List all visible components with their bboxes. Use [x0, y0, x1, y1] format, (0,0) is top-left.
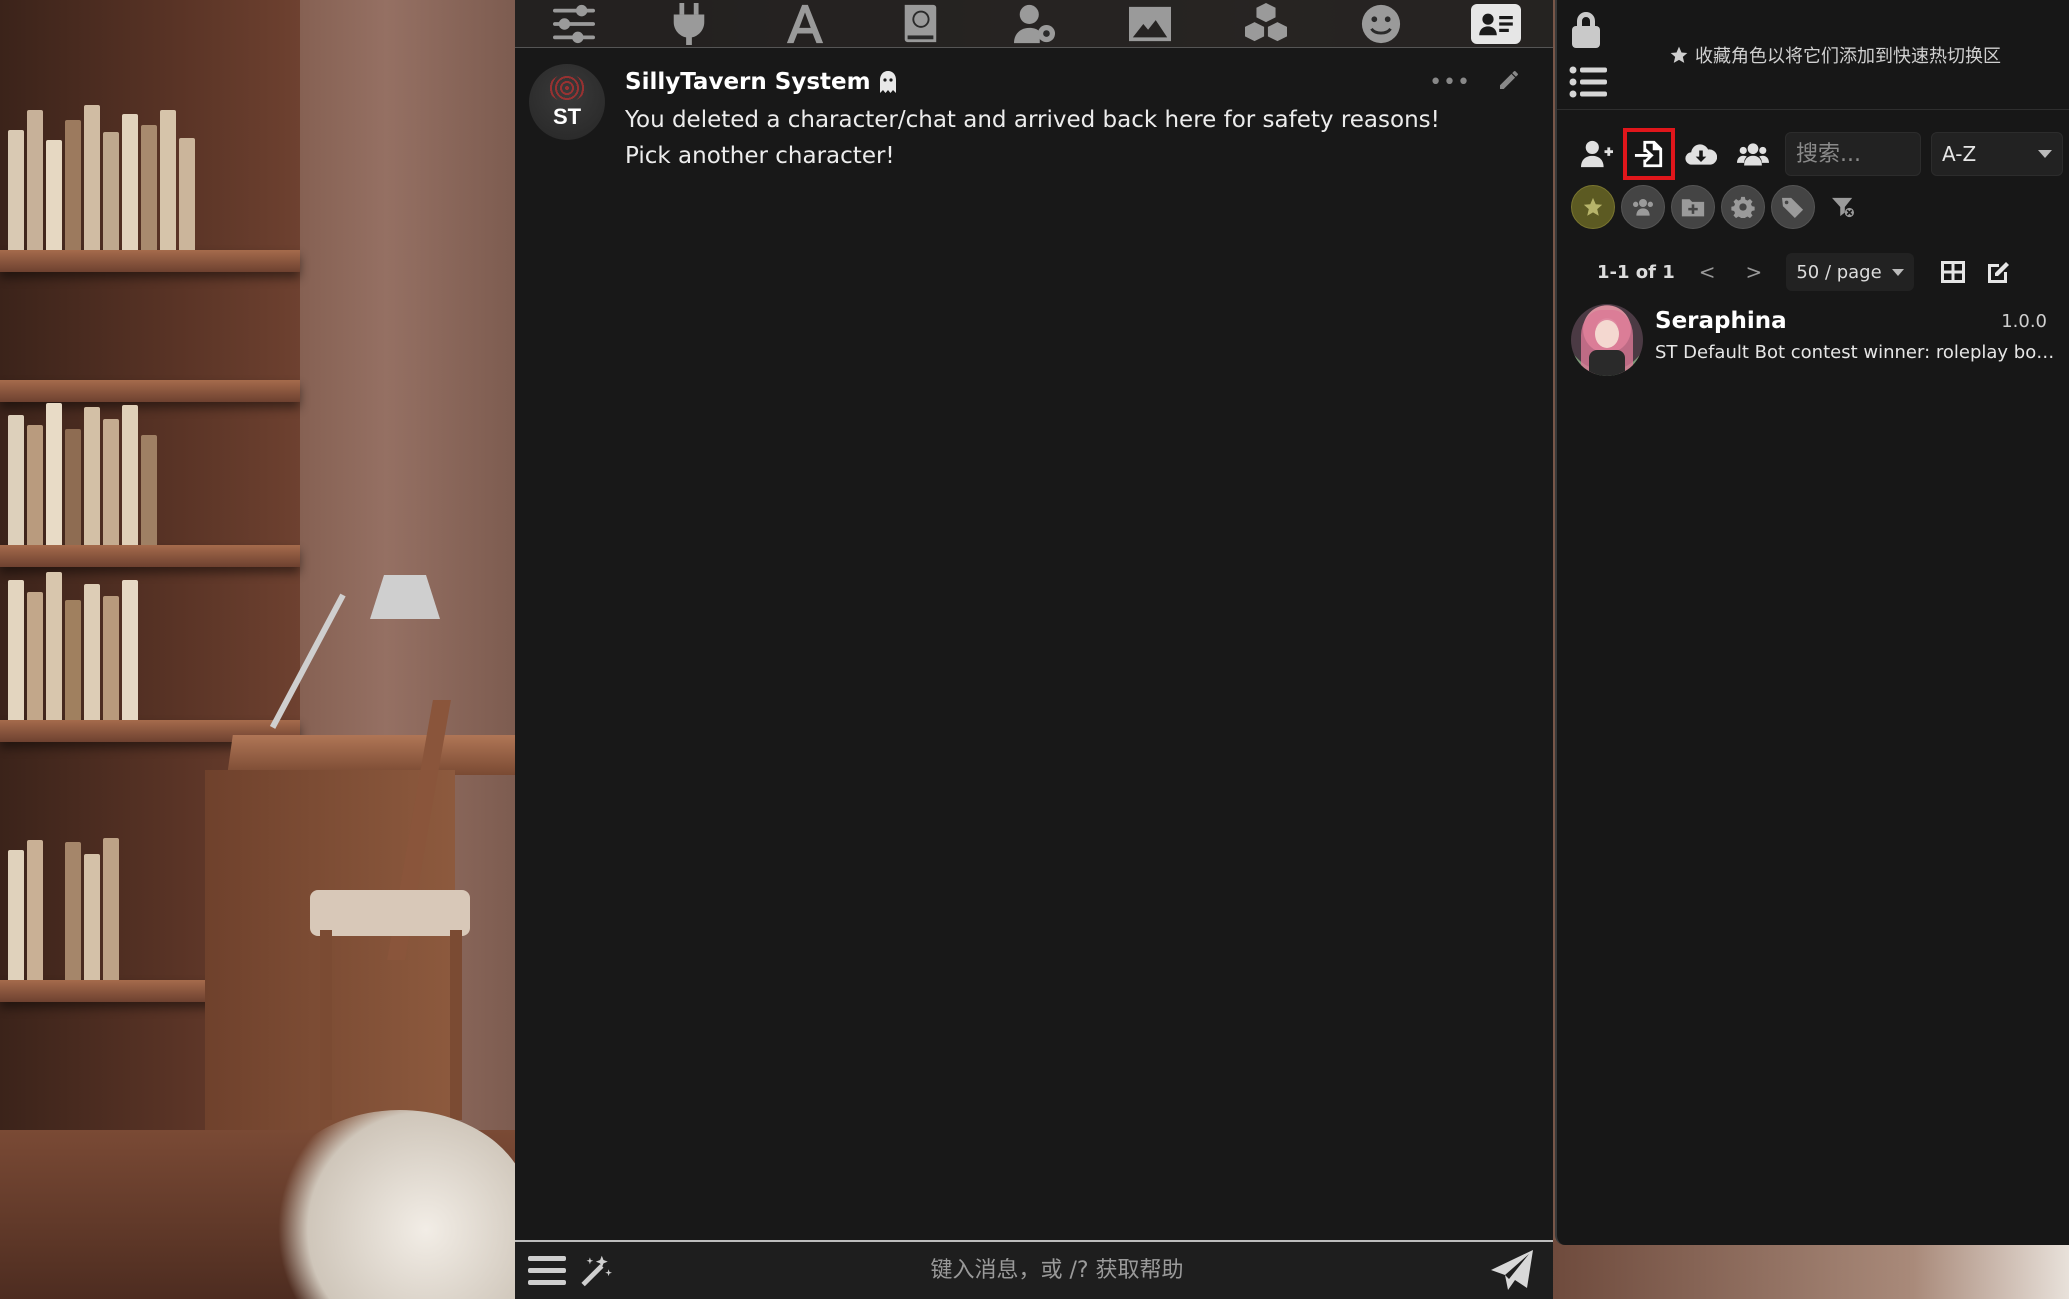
cloud-download-icon — [1685, 144, 1717, 165]
composer-bar — [515, 1240, 1553, 1299]
clear-filters-button[interactable] — [1821, 185, 1865, 229]
users-icon — [1737, 143, 1769, 166]
character-avatar — [1571, 304, 1643, 376]
message-input[interactable] — [629, 1258, 1485, 1283]
star-icon — [1583, 197, 1603, 216]
shelf-board — [0, 250, 300, 272]
book-row — [0, 570, 280, 720]
next-page-button[interactable]: > — [1746, 260, 1763, 284]
grid-icon — [1940, 261, 1965, 283]
message-body: SillyTavern System ••• You deleted a cha… — [625, 64, 1539, 174]
avatar-label: ST — [552, 104, 582, 129]
folder-plus-icon — [1681, 199, 1705, 217]
character-version: 1.0.0 — [2001, 310, 2047, 332]
import-character-button[interactable] — [1623, 128, 1675, 180]
ghost-icon — [879, 71, 897, 93]
active-tab-indicator — [1471, 3, 1521, 44]
page-size-value: 50 / page — [1796, 261, 1882, 283]
message-header: SillyTavern System ••• — [625, 64, 1539, 100]
character-name: Seraphina — [1655, 308, 1787, 334]
message-text: You deleted a character/chat and arrived… — [625, 107, 1440, 169]
grid-view-button[interactable] — [1936, 255, 1970, 289]
font-icon[interactable] — [776, 1, 834, 47]
filter-settings-chip[interactable] — [1721, 185, 1765, 229]
ellipsis-icon[interactable]: ••• — [1429, 70, 1471, 95]
sliders-icon[interactable] — [545, 1, 603, 47]
filter-tags-chip[interactable] — [1771, 185, 1815, 229]
pagination: 1-1 of 1 < > 50 / page — [1597, 252, 2067, 292]
pagination-count: 1-1 of 1 — [1597, 261, 1675, 283]
bulk-edit-button[interactable] — [1982, 255, 2016, 289]
character-header: Seraphina 1.0.0 — [1655, 304, 2061, 338]
create-character-button[interactable] — [1571, 128, 1623, 180]
character-info: Seraphina 1.0.0 ST Default Bot contest w… — [1655, 304, 2061, 363]
send-icon[interactable] — [1485, 1244, 1539, 1298]
chevron-down-icon — [2038, 150, 2052, 158]
rug — [270, 1110, 530, 1299]
filter-chips — [1571, 184, 1911, 230]
chat-message: ST SillyTavern System ••• You deleted a — [529, 64, 1539, 174]
page-size-select[interactable]: 50 / page — [1786, 253, 1914, 291]
magic-wand-icon[interactable] — [571, 1247, 619, 1295]
tags-icon — [1782, 197, 1804, 218]
favorites-hint-text: 收藏角色以将它们添加到快速热切换区 — [1695, 46, 2001, 67]
cubes-icon[interactable] — [1237, 1, 1295, 47]
favorites-hint: 收藏角色以将它们添加到快速热切换区 — [1669, 42, 2069, 68]
group-icon — [1633, 199, 1653, 216]
character-list-item[interactable]: Seraphina 1.0.0 ST Default Bot contest w… — [1571, 304, 2061, 384]
system-avatar[interactable]: ST — [529, 64, 605, 140]
top-nav-bar — [515, 0, 1553, 48]
character-toolbar: A-Z — [1571, 128, 2067, 180]
sort-order-select[interactable]: A-Z — [1931, 132, 2063, 176]
chat-column: ST SillyTavern System ••• You deleted a — [515, 0, 1553, 1299]
chevron-down-icon — [1891, 268, 1904, 276]
filter-clear-icon — [1832, 197, 1854, 218]
chat-history: ST SillyTavern System ••• You deleted a — [515, 48, 1553, 1240]
lock-icon[interactable] — [1569, 10, 1609, 52]
file-import-icon — [1634, 140, 1663, 168]
prev-page-button[interactable]: < — [1699, 260, 1716, 284]
character-search-input[interactable] — [1785, 132, 1921, 176]
list-icon[interactable] — [1569, 66, 1609, 102]
book-row — [0, 100, 280, 250]
plug-icon[interactable] — [660, 1, 718, 47]
user-plus-icon — [1581, 140, 1613, 168]
user-gear-icon[interactable] — [1006, 1, 1064, 47]
character-description: ST Default Bot contest winner: roleplay … — [1655, 342, 2055, 363]
create-group-button[interactable] — [1727, 128, 1779, 180]
edit-icon — [1987, 262, 2009, 283]
pencil-icon[interactable] — [1497, 68, 1521, 96]
filter-groups-chip[interactable] — [1621, 185, 1665, 229]
background-floor-right — [1550, 1240, 2069, 1299]
character-panel: 收藏角色以将它们添加到快速热切换区 A-Z — [1555, 0, 2069, 1245]
id-card-icon[interactable] — [1467, 1, 1525, 47]
panel-header: 收藏角色以将它们添加到快速热切换区 — [1557, 0, 2069, 110]
spider-web-graphic — [549, 74, 585, 102]
book-row — [0, 395, 280, 545]
message-tools: ••• — [1429, 68, 1539, 96]
smile-icon[interactable] — [1352, 1, 1410, 47]
image-icon[interactable] — [1121, 1, 1179, 47]
shelf-board — [0, 545, 300, 567]
options-menu-icon[interactable] — [527, 1251, 567, 1291]
filter-favorites-chip[interactable] — [1571, 185, 1615, 229]
message-author: SillyTavern System — [625, 69, 871, 95]
external-import-button[interactable] — [1675, 128, 1727, 180]
book-globe-icon[interactable] — [891, 1, 949, 47]
sort-order-value: A-Z — [1942, 142, 1977, 166]
star-icon — [1670, 46, 1688, 63]
chair — [290, 700, 490, 1120]
filter-folders-chip[interactable] — [1671, 185, 1715, 229]
gear-icon — [1731, 196, 1755, 218]
